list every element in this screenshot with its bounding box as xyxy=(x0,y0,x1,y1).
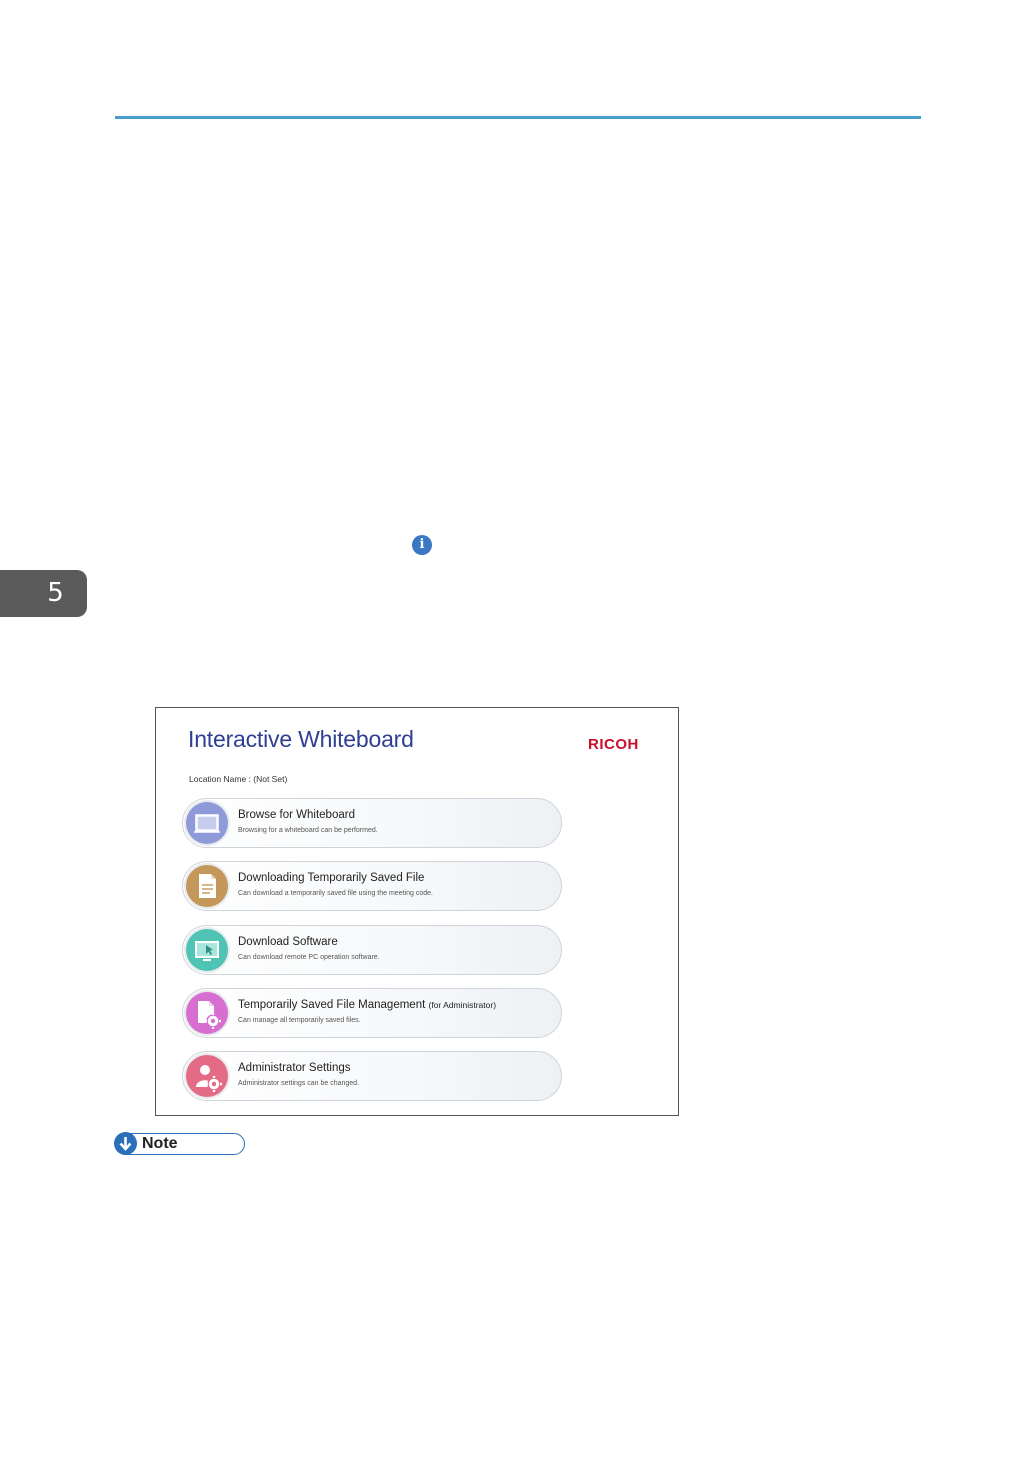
info-icon: i xyxy=(412,535,432,555)
menu-item-download-software[interactable]: Download Software Can download remote PC… xyxy=(182,925,562,975)
menu-item-desc: Can manage all temporarily saved files. xyxy=(238,1017,361,1024)
menu-item-browse-whiteboard[interactable]: Browse for Whiteboard Browsing for a whi… xyxy=(182,798,562,848)
brand-logo: RICOH xyxy=(588,736,639,753)
whiteboard-portal-screenshot: Interactive Whiteboard RICOH Location Na… xyxy=(155,707,679,1116)
user-gear-icon xyxy=(186,1055,228,1097)
chapter-number: 5 xyxy=(47,578,64,608)
menu-item-file-management[interactable]: Temporarily Saved File Management (for A… xyxy=(182,988,562,1038)
location-label: Location Name : xyxy=(189,774,254,784)
menu-item-title: Download Software xyxy=(238,936,338,948)
menu-item-title-suffix: (for Administrator) xyxy=(428,1000,497,1010)
chapter-tab: 5 xyxy=(0,570,87,617)
location-value: (Not Set) xyxy=(253,774,288,784)
file-gear-icon xyxy=(186,992,228,1034)
menu-item-download-temp-file[interactable]: Downloading Temporarily Saved File Can d… xyxy=(182,861,562,911)
menu-item-desc: Can download a temporarily saved file us… xyxy=(238,890,433,897)
header-rule xyxy=(115,116,921,119)
note-badge: Note xyxy=(114,1132,245,1155)
menu-item-title: Browse for Whiteboard xyxy=(238,809,355,821)
location-line: Location Name : (Not Set) xyxy=(189,774,287,784)
menu-item-desc: Browsing for a whiteboard can be perform… xyxy=(238,827,378,834)
menu-item-title-main: Temporarily Saved File Management xyxy=(238,999,429,1011)
menu-item-desc: Can download remote PC operation softwar… xyxy=(238,954,380,961)
menu-item-title: Administrator Settings xyxy=(238,1062,351,1074)
note-label: Note xyxy=(142,1135,178,1152)
document-icon xyxy=(186,865,228,907)
whiteboard-icon xyxy=(186,802,228,844)
menu-item-desc: Administrator settings can be changed. xyxy=(238,1080,360,1087)
menu-item-title: Temporarily Saved File Management (for A… xyxy=(238,999,496,1011)
menu-item-admin-settings[interactable]: Administrator Settings Administrator set… xyxy=(182,1051,562,1101)
app-title: Interactive Whiteboard xyxy=(188,726,414,752)
monitor-cursor-icon xyxy=(186,929,228,971)
menu-item-title: Downloading Temporarily Saved File xyxy=(238,872,425,884)
arrow-down-icon xyxy=(114,1132,137,1155)
